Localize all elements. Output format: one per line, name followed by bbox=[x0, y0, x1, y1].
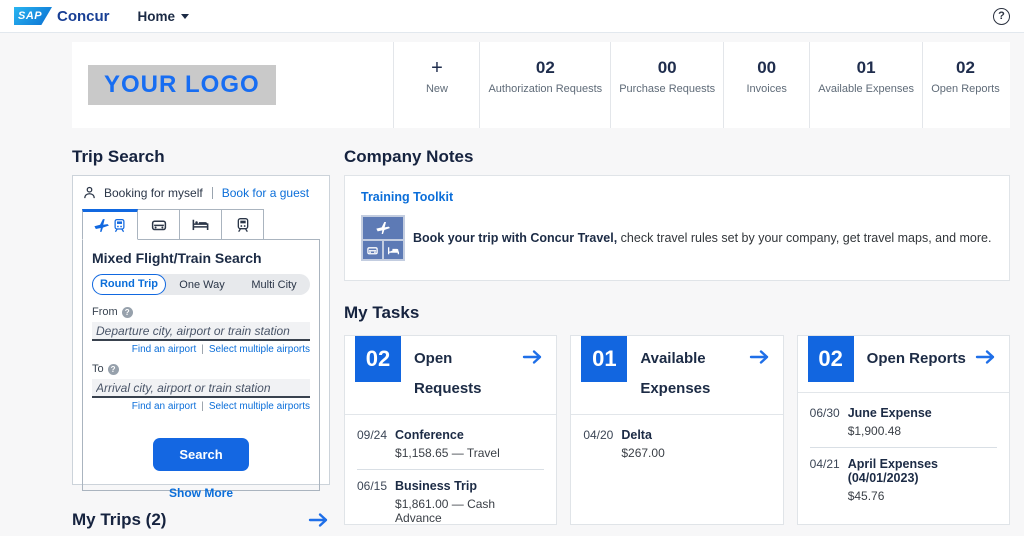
arrow-right-icon[interactable] bbox=[749, 349, 771, 365]
note-bold: Book your trip with Concur Travel, bbox=[413, 231, 617, 245]
from-help-icon[interactable]: ? bbox=[122, 307, 133, 318]
top-nav: SAP Concur Home ? bbox=[0, 0, 1024, 33]
task-row[interactable]: 06/15 Business Trip $1,861.00 — Cash Adv… bbox=[357, 469, 544, 534]
find-airport-link-from[interactable]: Find an airport bbox=[132, 344, 196, 355]
company-logo-text: YOUR LOGO bbox=[104, 71, 260, 98]
flight-train-search-panel: Mixed Flight/Train Search Round Trip One… bbox=[82, 239, 320, 491]
task-row[interactable]: 04/21 April Expenses (04/01/2023) $45.76 bbox=[810, 447, 997, 512]
stat-purchase-requests[interactable]: 00 Purchase Requests bbox=[610, 42, 723, 128]
arrow-right-icon[interactable] bbox=[975, 349, 997, 365]
booking-for-myself-label: Booking for myself bbox=[104, 186, 203, 200]
home-menu[interactable]: Home bbox=[138, 9, 190, 24]
from-input[interactable] bbox=[92, 322, 310, 341]
concur-travel-icon bbox=[361, 215, 405, 261]
my-trips-title: My Trips (2) bbox=[72, 510, 166, 530]
trip-search-card: Booking for myself Book for a guest bbox=[72, 175, 330, 485]
search-button[interactable]: Search bbox=[153, 438, 248, 471]
company-notes-card: Training Toolkit Book y bbox=[344, 175, 1010, 281]
divider: | bbox=[201, 344, 204, 355]
show-more-link[interactable]: Show More bbox=[92, 486, 310, 500]
trip-type-one-way[interactable]: One Way bbox=[166, 279, 238, 291]
tab-hotel[interactable] bbox=[180, 209, 222, 240]
divider: | bbox=[201, 401, 204, 412]
tab-car[interactable] bbox=[138, 209, 180, 240]
chevron-down-icon bbox=[181, 14, 189, 19]
quick-stats: + New 02 Authorization Requests 00 Purch… bbox=[393, 42, 1008, 128]
sap-logo-icon: SAP bbox=[14, 7, 52, 25]
from-label: From bbox=[92, 306, 118, 318]
car-icon bbox=[150, 216, 168, 234]
search-form-title: Mixed Flight/Train Search bbox=[92, 250, 310, 266]
sap-concur-logo[interactable]: SAP Concur bbox=[14, 7, 110, 25]
bed-icon bbox=[191, 215, 210, 234]
stat-available-expenses[interactable]: 01 Available Expenses bbox=[809, 42, 922, 128]
open-requests-card-title: Open Requests bbox=[401, 336, 522, 404]
my-trips-section-link[interactable]: My Trips (2) bbox=[72, 510, 330, 530]
stat-new[interactable]: + New bbox=[393, 42, 479, 128]
open-reports-count-badge: 02 bbox=[808, 336, 854, 382]
available-expenses-count-badge: 01 bbox=[581, 336, 627, 382]
to-help-icon[interactable]: ? bbox=[108, 364, 119, 375]
trip-type-multi-city[interactable]: Multi City bbox=[238, 279, 310, 291]
trip-type-selector: Round Trip One Way Multi City bbox=[92, 274, 310, 295]
home-menu-label: Home bbox=[138, 9, 176, 24]
select-multiple-airports-link-from[interactable]: Select multiple airports bbox=[209, 344, 310, 355]
travel-mode-tabs bbox=[82, 209, 320, 240]
select-multiple-airports-link-to[interactable]: Select multiple airports bbox=[209, 401, 310, 412]
company-note-text: Book your trip with Concur Travel, check… bbox=[413, 231, 991, 245]
stat-authorization-requests[interactable]: 02 Authorization Requests bbox=[479, 42, 610, 128]
task-row[interactable]: 06/30 June Expense $1,900.48 bbox=[810, 397, 997, 447]
task-row[interactable]: 09/24 Conference $1,158.65 — Travel bbox=[357, 419, 544, 469]
to-input[interactable] bbox=[92, 379, 310, 398]
tab-flight-train[interactable] bbox=[82, 209, 138, 240]
company-logo-placeholder: YOUR LOGO bbox=[88, 65, 276, 105]
plane-icon bbox=[93, 217, 110, 234]
trip-type-round-trip[interactable]: Round Trip bbox=[92, 274, 166, 295]
my-tasks-title: My Tasks bbox=[344, 303, 1010, 323]
plus-icon: + bbox=[402, 57, 471, 79]
person-icon bbox=[82, 185, 97, 200]
open-reports-card-title: Open Reports bbox=[854, 336, 970, 374]
book-for-guest-link[interactable]: Book for a guest bbox=[222, 186, 309, 200]
task-row[interactable]: 04/20 Delta $267.00 bbox=[583, 419, 770, 469]
arrow-right-icon bbox=[308, 512, 330, 528]
tab-train-only[interactable] bbox=[222, 209, 264, 240]
train-icon bbox=[235, 216, 251, 234]
train-icon bbox=[112, 217, 127, 234]
divider bbox=[212, 187, 213, 199]
available-expenses-card-title: Available Expenses bbox=[627, 336, 723, 404]
company-notes-title: Company Notes bbox=[344, 147, 1010, 167]
open-reports-card[interactable]: 02 Open Reports 06/30 June Expense $1,90… bbox=[797, 335, 1010, 525]
sap-logo-text: SAP bbox=[18, 10, 42, 22]
trip-search-title: Trip Search bbox=[72, 147, 330, 167]
bed-icon bbox=[384, 241, 403, 259]
plane-icon bbox=[363, 217, 403, 239]
header-band: YOUR LOGO + New 02 Authorization Request… bbox=[72, 42, 1010, 128]
note-rest: check travel rules set by your company, … bbox=[617, 231, 991, 245]
available-expenses-card[interactable]: 01 Available Expenses 04/20 Delta $267.0… bbox=[570, 335, 783, 525]
stat-invoices[interactable]: 00 Invoices bbox=[723, 42, 809, 128]
to-label: To bbox=[92, 363, 104, 375]
car-icon bbox=[363, 241, 382, 259]
open-requests-count-badge: 02 bbox=[355, 336, 401, 382]
help-icon[interactable]: ? bbox=[993, 8, 1010, 25]
concur-wordmark: Concur bbox=[57, 8, 110, 25]
find-airport-link-to[interactable]: Find an airport bbox=[132, 401, 196, 412]
open-requests-card[interactable]: 02 Open Requests 09/24 Conference $1,158… bbox=[344, 335, 557, 525]
stat-open-reports[interactable]: 02 Open Reports bbox=[922, 42, 1008, 128]
training-toolkit-link[interactable]: Training Toolkit bbox=[361, 190, 993, 204]
arrow-right-icon[interactable] bbox=[522, 349, 544, 365]
